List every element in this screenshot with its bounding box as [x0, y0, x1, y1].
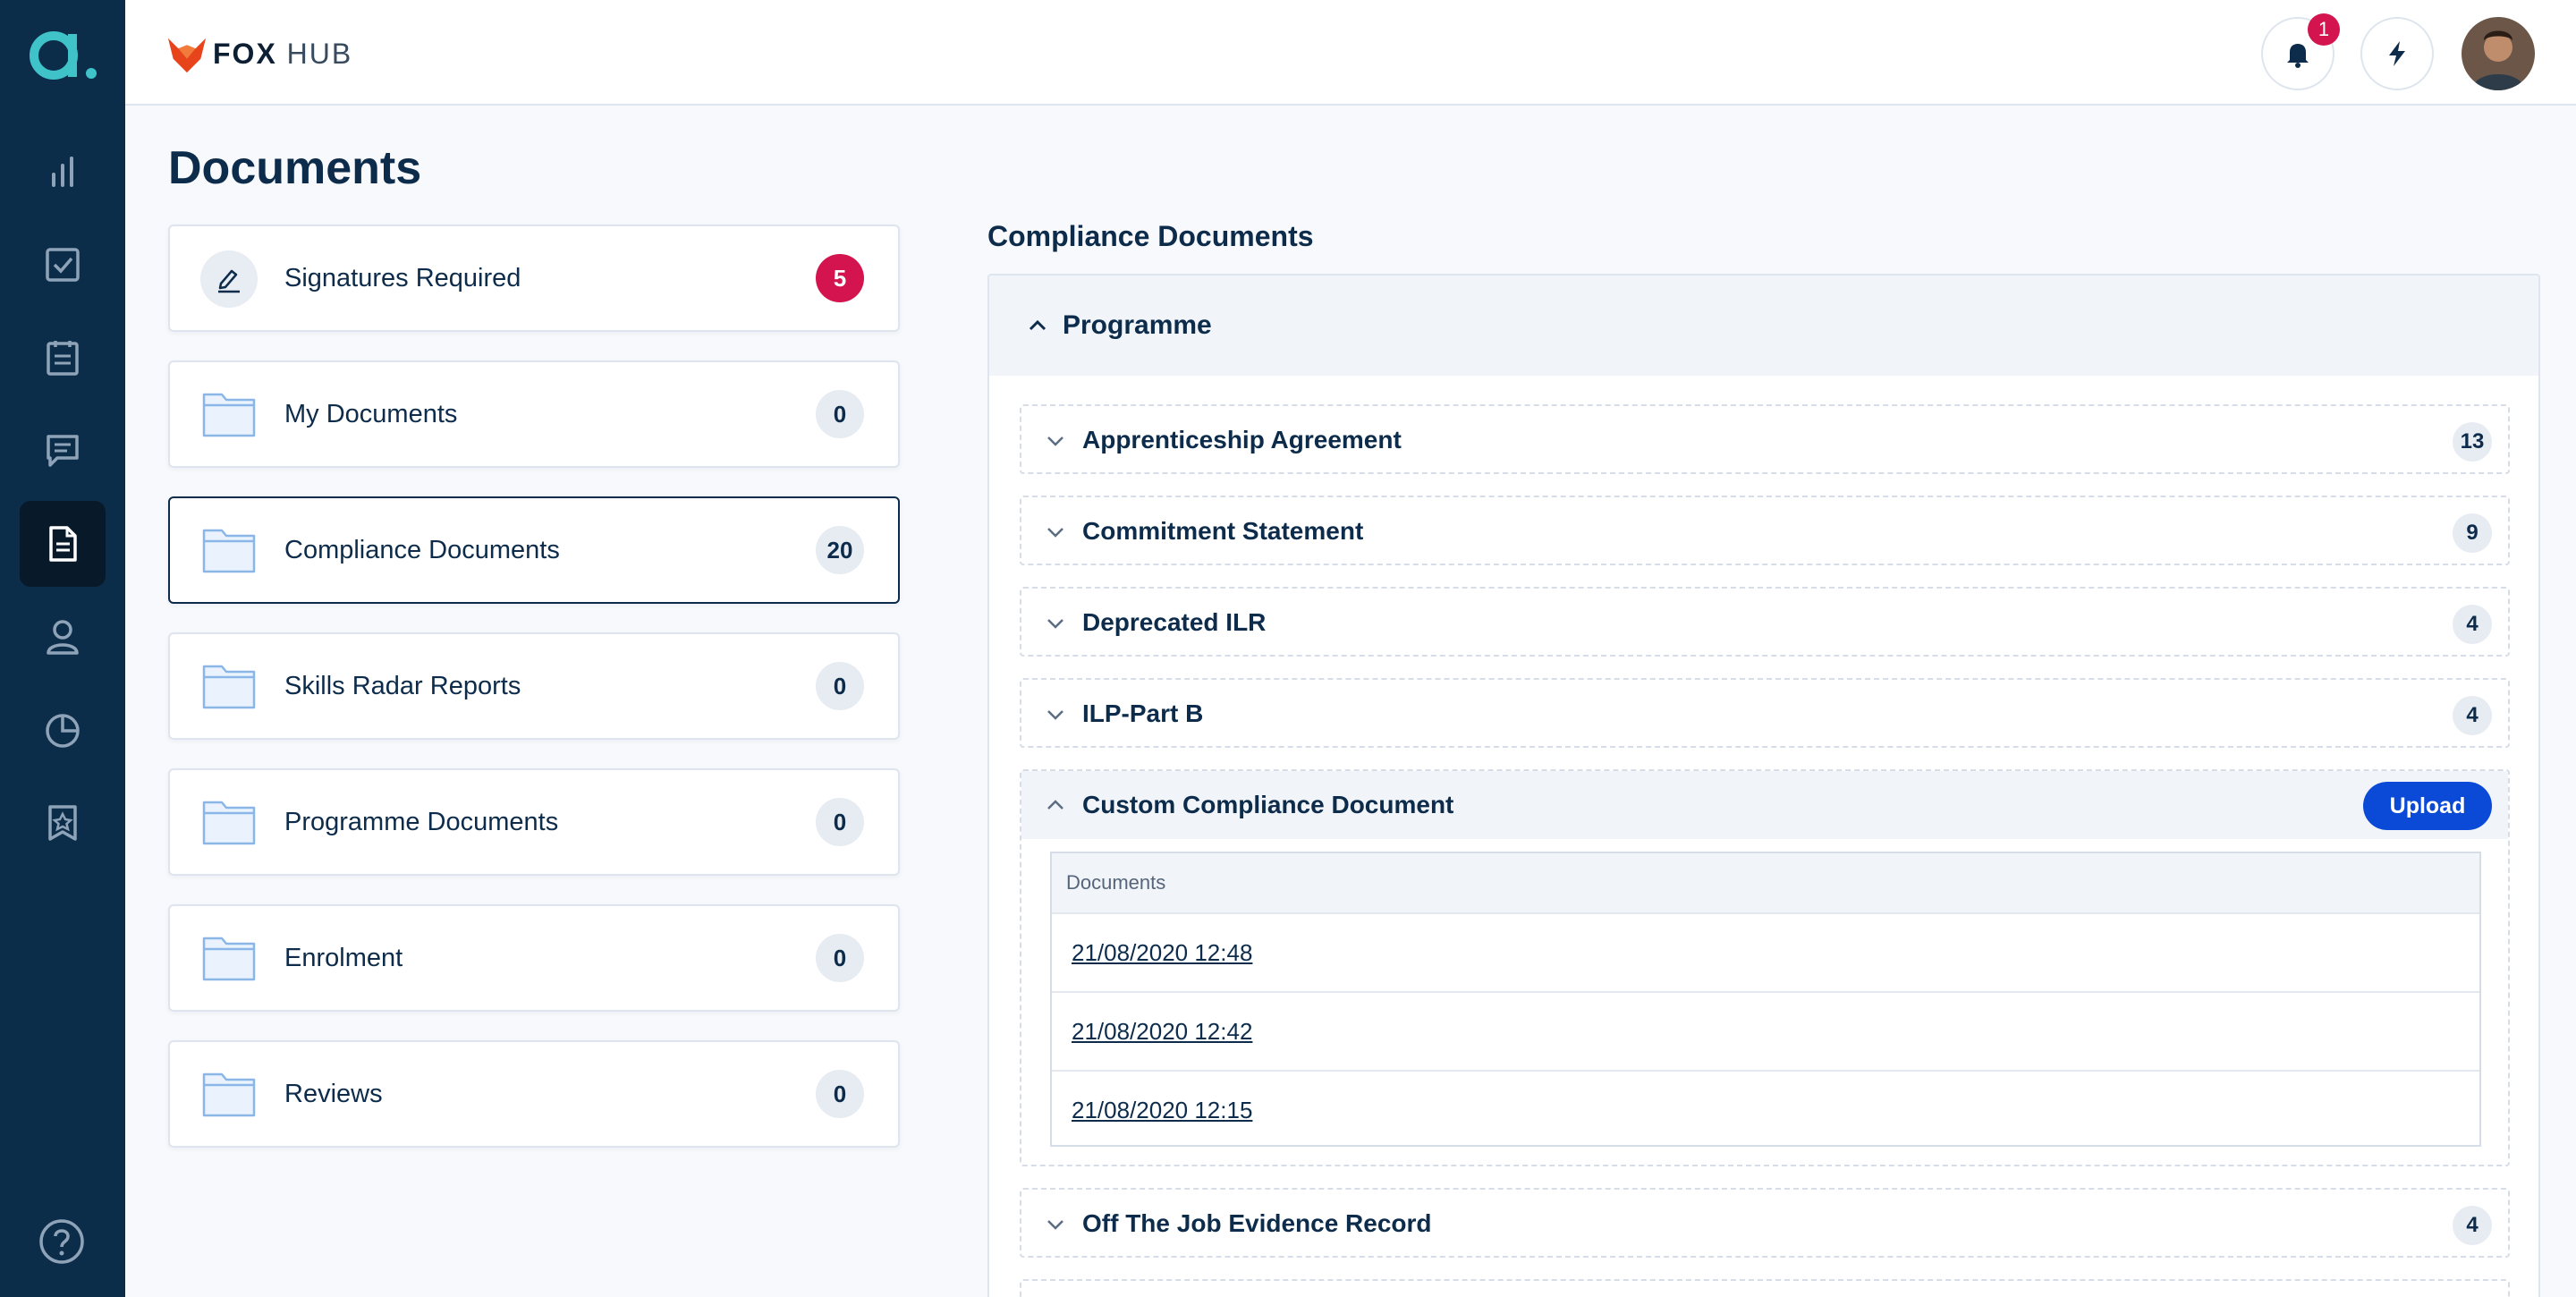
row-count-badge: 4 — [2453, 1206, 2492, 1245]
row-label: Custom Compliance Document — [1082, 791, 1454, 818]
doc-type-row[interactable]: Commitment Statement 9 — [1020, 496, 2510, 565]
folder-label: Reviews — [284, 1079, 383, 1108]
side-nav-rail — [0, 0, 125, 1297]
custom-compliance-header[interactable]: Custom Compliance Document Upload — [1021, 771, 2508, 839]
badge-star-icon — [48, 805, 77, 841]
row-label: Off The Job Evidence Record — [1082, 1209, 1432, 1237]
quick-actions-button[interactable] — [2360, 17, 2434, 90]
folder-icon — [202, 1072, 256, 1117]
fox-logo-icon — [167, 38, 207, 73]
signature-pen-icon — [200, 250, 258, 308]
folder-label: Compliance Documents — [284, 535, 560, 564]
folder-label: Signatures Required — [284, 263, 521, 292]
folder-icon — [202, 801, 256, 845]
folder-compliance-documents[interactable]: Compliance Documents 20 — [168, 496, 900, 604]
folder-count-badge: 0 — [816, 798, 864, 846]
top-bar: FOX HUB 1 — [125, 0, 2576, 106]
folder-label: Skills Radar Reports — [284, 671, 521, 700]
bell-icon — [2287, 44, 2309, 68]
row-count-badge: 9 — [2453, 513, 2492, 553]
doc-type-row-partial[interactable] — [1020, 1279, 2510, 1297]
nav-achievements[interactable] — [20, 780, 106, 866]
document-icon — [49, 526, 77, 562]
chevron-up-icon — [1047, 800, 1063, 810]
folder-skills-radar-reports[interactable]: Skills Radar Reports 0 — [168, 632, 900, 740]
row-label: Apprenticeship Agreement — [1082, 426, 1402, 454]
folder-signatures-required[interactable]: Signatures Required 5 — [168, 225, 900, 332]
custom-compliance-section: Custom Compliance Document Upload Docume… — [1020, 769, 2510, 1166]
folder-count-badge: 20 — [816, 526, 864, 574]
folder-reviews[interactable]: Reviews 0 — [168, 1040, 900, 1148]
folder-my-documents[interactable]: My Documents 0 — [168, 360, 900, 468]
folder-icon — [202, 393, 256, 437]
doc-type-row[interactable]: Deprecated ILR 4 — [1020, 587, 2510, 657]
group-title: Programme — [1063, 310, 1212, 340]
doc-type-row[interactable]: Off The Job Evidence Record 4 — [1020, 1188, 2510, 1258]
page-title: Documents — [168, 142, 422, 194]
document-link[interactable]: 21/08/2020 12:48 — [1072, 939, 1252, 966]
notifications-button[interactable]: 1 — [2261, 13, 2340, 90]
row-count-badge: 4 — [2453, 605, 2492, 644]
document-link[interactable]: 21/08/2020 12:42 — [1072, 1018, 1252, 1045]
folder-count-badge: 0 — [816, 1070, 864, 1118]
folder-icon — [202, 665, 256, 709]
pie-chart-icon — [46, 714, 80, 748]
chat-icon — [47, 435, 79, 467]
clipboard-icon — [47, 341, 79, 376]
folder-count-badge: 0 — [816, 934, 864, 982]
checkbox-icon — [46, 248, 80, 282]
app-logo-icon[interactable] — [27, 25, 98, 84]
doc-type-row[interactable]: Apprenticeship Agreement 13 — [1020, 404, 2510, 474]
doc-type-row[interactable]: ILP-Part B 4 — [1020, 678, 2510, 748]
document-link[interactable]: 21/08/2020 12:15 — [1072, 1097, 1252, 1123]
chevron-down-icon — [1047, 710, 1063, 720]
nav-documents[interactable] — [20, 501, 106, 587]
nav-analytics[interactable] — [20, 130, 106, 216]
folder-count-badge: 0 — [816, 390, 864, 438]
lightning-icon — [2389, 41, 2405, 66]
brand-name: FOX HUB — [213, 37, 353, 70]
help-icon[interactable] — [38, 1218, 85, 1265]
bar-chart-icon — [52, 157, 73, 187]
folder-icon — [202, 937, 256, 981]
nav-profile[interactable] — [20, 594, 106, 680]
folder-label: Enrolment — [284, 943, 403, 972]
row-count-badge: 13 — [2453, 422, 2492, 462]
chevron-down-icon — [1047, 528, 1063, 538]
table-row: 21/08/2020 12:15 — [1052, 1070, 2479, 1149]
table-row: 21/08/2020 12:42 — [1052, 991, 2479, 1070]
folder-label: Programme Documents — [284, 807, 559, 836]
brand-logo[interactable]: FOX HUB — [166, 32, 352, 75]
section-title: Compliance Documents — [987, 220, 1314, 252]
compliance-panel: Programme Apprenticeship Agreement 13 Co… — [987, 274, 2540, 1297]
table-header: Documents — [1052, 853, 2479, 912]
nav-reports[interactable] — [20, 687, 106, 773]
user-icon — [47, 620, 79, 655]
notification-count-badge: 1 — [2308, 13, 2340, 46]
row-label: Deprecated ILR — [1082, 608, 1267, 636]
chevron-down-icon — [1047, 1220, 1063, 1230]
chevron-down-icon — [1047, 437, 1063, 446]
chevron-up-icon — [1029, 319, 1046, 331]
folder-enrolment[interactable]: Enrolment 0 — [168, 904, 900, 1012]
folder-icon — [202, 529, 256, 573]
user-avatar[interactable] — [2462, 17, 2535, 90]
chevron-down-icon — [1047, 619, 1063, 629]
row-label: ILP-Part B — [1082, 699, 1204, 727]
folder-programme-documents[interactable]: Programme Documents 0 — [168, 768, 900, 876]
table-row: 21/08/2020 12:48 — [1052, 912, 2479, 991]
nav-clipboard[interactable] — [20, 315, 106, 401]
documents-table: Documents 21/08/2020 12:48 21/08/2020 12… — [1050, 852, 2481, 1147]
row-label: Commitment Statement — [1082, 517, 1364, 545]
row-count-badge: 4 — [2453, 696, 2492, 735]
nav-messages[interactable] — [20, 408, 106, 494]
folder-count-badge: 0 — [816, 662, 864, 710]
folder-count-badge: 5 — [816, 254, 864, 302]
upload-button[interactable]: Upload — [2363, 782, 2492, 830]
programme-group-header[interactable]: Programme — [989, 276, 2538, 376]
folder-label: My Documents — [284, 399, 458, 428]
nav-tasks[interactable] — [20, 222, 106, 308]
